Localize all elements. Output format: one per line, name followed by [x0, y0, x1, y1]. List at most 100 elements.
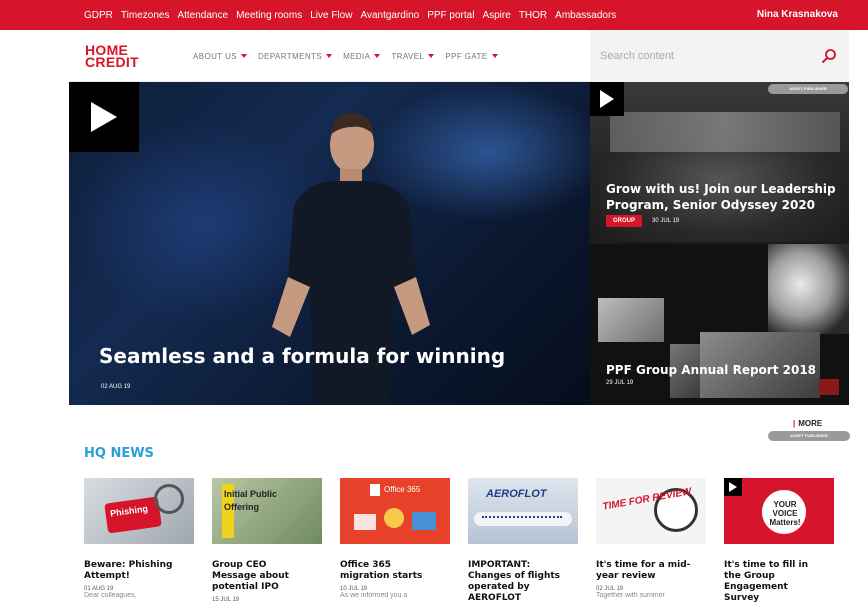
news-thumbnail[interactable]: TIME FOR REVIEW [596, 478, 706, 544]
hook-icon [154, 484, 184, 514]
utility-link-thor[interactable]: THOR [519, 10, 547, 21]
news-title-line: AEROFLOT [468, 593, 522, 603]
news-title-line: potential IPO [212, 582, 279, 592]
side-article-title-line1[interactable]: Grow with us! Join our Leadership [606, 182, 836, 197]
more-link[interactable]: | MORE [793, 419, 822, 428]
play-icon [600, 90, 614, 108]
news-title-line: Changes of flights [468, 571, 561, 581]
hero-featured-article[interactable]: Seamless and a formula for winning 02 AU… [69, 82, 590, 405]
news-item[interactable]: YOUR VOICE Matters! It's time to fill in… [724, 478, 836, 604]
utility-link-gdpr[interactable]: GDPR [84, 10, 113, 21]
side-article-date: 30 JUL 19 [652, 218, 680, 224]
search-icon[interactable] [821, 48, 837, 64]
nav-item-about-us[interactable]: ABOUT US [193, 52, 247, 61]
news-title-line: Attempt! [84, 571, 130, 581]
utility-link-ambassadors[interactable]: Ambassadors [555, 10, 616, 21]
play-video-button[interactable] [69, 82, 139, 152]
news-item[interactable]: Office 365 Office 365 migration starts 1… [340, 478, 452, 599]
news-thumbnail[interactable]: Office 365 [340, 478, 450, 544]
asset-publisher-badge[interactable]: ASSET PUBLISHER [768, 431, 850, 441]
news-title[interactable]: It's time to fill in the Group Engagemen… [724, 560, 836, 604]
news-title-line: Engagement [724, 582, 788, 592]
news-title-line: Office 365 [340, 560, 392, 570]
news-thumbnail[interactable]: YOUR VOICE Matters! [724, 478, 834, 544]
portrait-photo [768, 244, 849, 334]
news-title-line: Message about [212, 571, 289, 581]
nav-item-ppf-gate[interactable]: PPF GATE [445, 51, 498, 61]
news-excerpt: Together with summer [596, 592, 665, 599]
news-title[interactable]: IMPORTANT: Changes of flights operated b… [468, 560, 580, 604]
news-item[interactable]: Initial Public Offering Group CEO Messag… [212, 478, 324, 603]
office-icon [370, 484, 380, 496]
news-title-line: the Group [724, 571, 775, 581]
category-tag[interactable]: GROUP [606, 215, 643, 227]
group-photo [600, 152, 840, 242]
news-title-line: IMPORTANT: [468, 560, 531, 570]
news-item[interactable]: AEROFLOT IMPORTANT: Changes of flights o… [468, 478, 580, 604]
utility-link-avantgardino[interactable]: Avantgardino [360, 10, 419, 21]
side-article-title-line2[interactable]: Program, Senior Odyssey 2020 [606, 198, 815, 213]
utility-link-ppf-portal[interactable]: PPF portal [427, 10, 474, 21]
caret-down-icon [491, 54, 498, 58]
play-video-button[interactable] [590, 82, 624, 116]
news-title-line: Survey [724, 593, 760, 603]
search-input[interactable] [600, 46, 810, 66]
home-credit-logo[interactable]: HOME CREDIT [85, 43, 139, 70]
hq-news-heading: HQ NEWS [84, 446, 154, 461]
side-article-leadership[interactable]: ASSET PUBLISHER Grow with us! Join our L… [590, 82, 849, 244]
ppf-badge [819, 379, 839, 395]
news-thumbnail[interactable]: AEROFLOT [468, 478, 578, 544]
more-label: MORE [798, 419, 823, 428]
news-excerpt: As we informed you a [340, 592, 408, 599]
news-thumbnail[interactable]: Initial Public Offering [212, 478, 322, 544]
play-video-button[interactable] [724, 478, 742, 496]
news-title[interactable]: Beware: Phishing Attempt! [84, 560, 196, 582]
news-title[interactable]: Group CEO Message about potential IPO [212, 560, 324, 593]
nav-item-departments[interactable]: DEPARTMENTS [257, 51, 333, 61]
top-utility-bar: GDPR Timezones Attendance Meeting rooms … [0, 0, 868, 30]
news-title[interactable]: It's time for a mid- year review [596, 560, 708, 582]
nav-label: TRAVEL [391, 51, 425, 61]
caret-down-icon [240, 54, 247, 58]
thumbnail-text: Initial Public Offering [224, 489, 278, 512]
nav-label: PPF GATE [445, 51, 488, 61]
play-icon [91, 102, 117, 132]
logo-line-credit: CREDIT [85, 54, 139, 70]
aircraft-windows [482, 516, 562, 520]
news-title-line: Beware: Phishing [84, 560, 173, 570]
device-icon [412, 512, 436, 530]
utility-link-live-flow[interactable]: Live Flow [310, 10, 352, 21]
hero-title[interactable]: Seamless and a formula for winning [99, 344, 505, 368]
utility-link-attendance[interactable]: Attendance [177, 10, 228, 21]
thumbnail-text: YOUR VOICE Matters! [769, 500, 801, 527]
caret-down-icon [326, 54, 333, 58]
news-title-line: year review [596, 571, 656, 581]
news-thumbnail[interactable]: Phishing [84, 478, 194, 544]
device-icon [354, 514, 376, 530]
side-article-annual-report[interactable]: PPF Group Annual Report 2018 29 JUL 19 [590, 244, 849, 405]
utility-links: GDPR Timezones Attendance Meeting rooms … [84, 0, 616, 30]
side-article-date: 29 JUL 19 [606, 380, 634, 386]
caret-down-icon [428, 54, 435, 58]
utility-link-aspire[interactable]: Aspire [482, 10, 510, 21]
news-item[interactable]: Phishing Beware: Phishing Attempt! 01 AU… [84, 478, 196, 599]
nav-item-media[interactable]: MEDIA [343, 51, 381, 61]
user-name[interactable]: Nina Krasnakova [757, 0, 838, 30]
utility-link-timezones[interactable]: Timezones [121, 10, 170, 21]
nav-label: DEPARTMENTS [257, 51, 323, 61]
side-article-title[interactable]: PPF Group Annual Report 2018 [606, 363, 816, 378]
asset-publisher-badge[interactable]: ASSET PUBLISHER [768, 84, 848, 94]
nav-label: MEDIA [343, 51, 371, 61]
caret-down-icon [374, 54, 381, 58]
hero-date: 02 AUG 19 [101, 384, 131, 390]
news-excerpt: Dear colleagues, [84, 592, 137, 599]
news-title-line: operated by [468, 582, 530, 592]
news-item[interactable]: TIME FOR REVIEW It's time for a mid- yea… [596, 478, 708, 599]
cloud-icon [384, 508, 404, 528]
utility-link-meeting-rooms[interactable]: Meeting rooms [236, 10, 302, 21]
news-title[interactable]: Office 365 migration starts [340, 560, 452, 582]
thumbnail-text: Office 365 [384, 485, 421, 494]
play-icon [729, 482, 737, 492]
divider-mark: | [793, 419, 796, 428]
nav-item-travel[interactable]: TRAVEL [391, 51, 435, 61]
